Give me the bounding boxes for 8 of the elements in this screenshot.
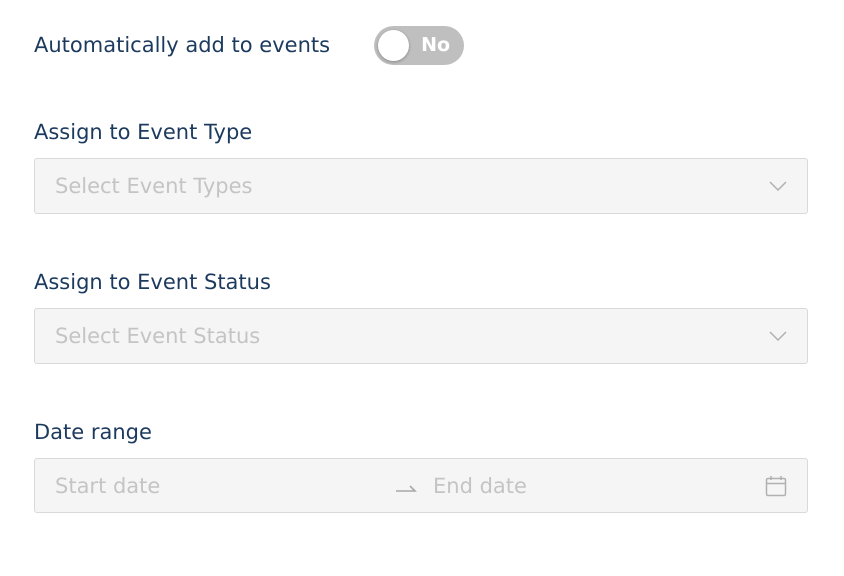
toggle-switch[interactable]: No bbox=[374, 26, 464, 64]
chevron-down-icon bbox=[769, 331, 787, 341]
field-label: Assign to Event Type bbox=[34, 120, 254, 144]
toggle-label: Automatically add to events bbox=[34, 33, 330, 57]
field-label: Assign to Event Status bbox=[34, 270, 272, 294]
field-label: Date range bbox=[34, 420, 153, 444]
chevron-down-icon bbox=[769, 181, 787, 191]
calendar-icon bbox=[765, 474, 787, 496]
